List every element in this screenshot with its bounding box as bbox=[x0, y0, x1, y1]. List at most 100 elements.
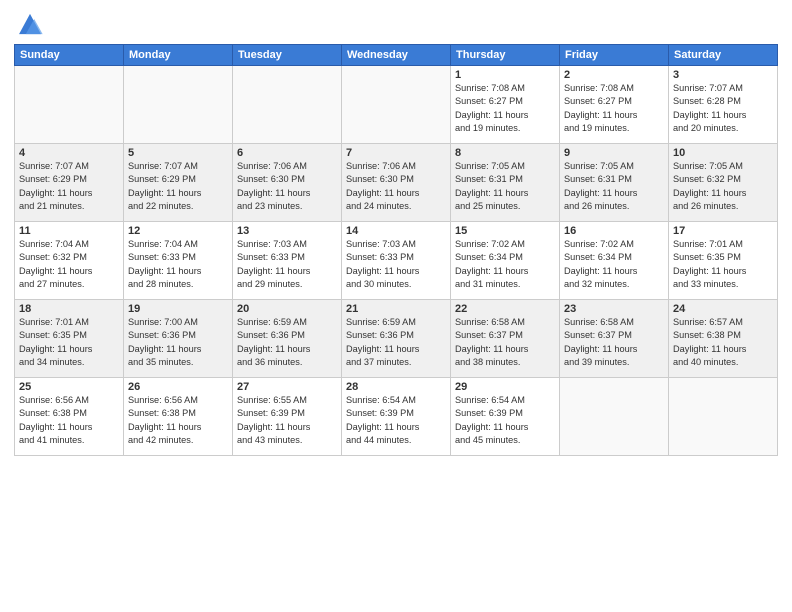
day-info: Sunrise: 7:07 AMSunset: 6:28 PMDaylight:… bbox=[673, 82, 773, 135]
calendar-day-cell: 1Sunrise: 7:08 AMSunset: 6:27 PMDaylight… bbox=[451, 66, 560, 144]
day-number: 24 bbox=[673, 303, 773, 315]
calendar-day-cell: 3Sunrise: 7:07 AMSunset: 6:28 PMDaylight… bbox=[669, 66, 778, 144]
day-number: 6 bbox=[237, 147, 337, 159]
day-info: Sunrise: 7:06 AMSunset: 6:30 PMDaylight:… bbox=[237, 160, 337, 213]
day-number: 27 bbox=[237, 381, 337, 393]
page: SundayMondayTuesdayWednesdayThursdayFrid… bbox=[0, 0, 792, 612]
calendar-empty-cell bbox=[669, 378, 778, 456]
day-number: 23 bbox=[564, 303, 664, 315]
calendar-header: SundayMondayTuesdayWednesdayThursdayFrid… bbox=[15, 45, 778, 66]
day-info: Sunrise: 7:06 AMSunset: 6:30 PMDaylight:… bbox=[346, 160, 446, 213]
calendar-day-cell: 19Sunrise: 7:00 AMSunset: 6:36 PMDayligh… bbox=[124, 300, 233, 378]
day-number: 12 bbox=[128, 225, 228, 237]
calendar-day-cell: 9Sunrise: 7:05 AMSunset: 6:31 PMDaylight… bbox=[560, 144, 669, 222]
day-info: Sunrise: 6:58 AMSunset: 6:37 PMDaylight:… bbox=[564, 316, 664, 369]
day-info: Sunrise: 6:54 AMSunset: 6:39 PMDaylight:… bbox=[346, 394, 446, 447]
calendar-day-cell: 6Sunrise: 7:06 AMSunset: 6:30 PMDaylight… bbox=[233, 144, 342, 222]
day-number: 22 bbox=[455, 303, 555, 315]
calendar-day-cell: 18Sunrise: 7:01 AMSunset: 6:35 PMDayligh… bbox=[15, 300, 124, 378]
calendar-day-cell: 16Sunrise: 7:02 AMSunset: 6:34 PMDayligh… bbox=[560, 222, 669, 300]
day-number: 28 bbox=[346, 381, 446, 393]
day-number: 29 bbox=[455, 381, 555, 393]
day-number: 21 bbox=[346, 303, 446, 315]
calendar-day-cell: 22Sunrise: 6:58 AMSunset: 6:37 PMDayligh… bbox=[451, 300, 560, 378]
day-number: 14 bbox=[346, 225, 446, 237]
day-info: Sunrise: 7:03 AMSunset: 6:33 PMDaylight:… bbox=[346, 238, 446, 291]
calendar-day-cell: 17Sunrise: 7:01 AMSunset: 6:35 PMDayligh… bbox=[669, 222, 778, 300]
calendar-day-cell: 20Sunrise: 6:59 AMSunset: 6:36 PMDayligh… bbox=[233, 300, 342, 378]
day-number: 4 bbox=[19, 147, 119, 159]
calendar-week-row: 25Sunrise: 6:56 AMSunset: 6:38 PMDayligh… bbox=[15, 378, 778, 456]
day-number: 25 bbox=[19, 381, 119, 393]
day-info: Sunrise: 7:07 AMSunset: 6:29 PMDaylight:… bbox=[128, 160, 228, 213]
day-number: 26 bbox=[128, 381, 228, 393]
calendar-day-cell: 14Sunrise: 7:03 AMSunset: 6:33 PMDayligh… bbox=[342, 222, 451, 300]
calendar-day-cell: 10Sunrise: 7:05 AMSunset: 6:32 PMDayligh… bbox=[669, 144, 778, 222]
calendar-day-cell: 13Sunrise: 7:03 AMSunset: 6:33 PMDayligh… bbox=[233, 222, 342, 300]
day-number: 11 bbox=[19, 225, 119, 237]
day-info: Sunrise: 7:02 AMSunset: 6:34 PMDaylight:… bbox=[564, 238, 664, 291]
day-number: 3 bbox=[673, 69, 773, 81]
day-number: 1 bbox=[455, 69, 555, 81]
calendar-empty-cell bbox=[15, 66, 124, 144]
calendar-empty-cell bbox=[560, 378, 669, 456]
day-number: 9 bbox=[564, 147, 664, 159]
weekday-header-saturday: Saturday bbox=[669, 45, 778, 66]
day-info: Sunrise: 7:01 AMSunset: 6:35 PMDaylight:… bbox=[673, 238, 773, 291]
day-number: 5 bbox=[128, 147, 228, 159]
calendar-day-cell: 2Sunrise: 7:08 AMSunset: 6:27 PMDaylight… bbox=[560, 66, 669, 144]
day-info: Sunrise: 6:55 AMSunset: 6:39 PMDaylight:… bbox=[237, 394, 337, 447]
day-info: Sunrise: 6:56 AMSunset: 6:38 PMDaylight:… bbox=[128, 394, 228, 447]
day-number: 20 bbox=[237, 303, 337, 315]
calendar-empty-cell bbox=[124, 66, 233, 144]
day-info: Sunrise: 7:05 AMSunset: 6:32 PMDaylight:… bbox=[673, 160, 773, 213]
day-number: 2 bbox=[564, 69, 664, 81]
calendar-empty-cell bbox=[342, 66, 451, 144]
day-info: Sunrise: 7:00 AMSunset: 6:36 PMDaylight:… bbox=[128, 316, 228, 369]
weekday-header-friday: Friday bbox=[560, 45, 669, 66]
calendar-day-cell: 25Sunrise: 6:56 AMSunset: 6:38 PMDayligh… bbox=[15, 378, 124, 456]
calendar-day-cell: 21Sunrise: 6:59 AMSunset: 6:36 PMDayligh… bbox=[342, 300, 451, 378]
calendar-day-cell: 4Sunrise: 7:07 AMSunset: 6:29 PMDaylight… bbox=[15, 144, 124, 222]
calendar-day-cell: 8Sunrise: 7:05 AMSunset: 6:31 PMDaylight… bbox=[451, 144, 560, 222]
header bbox=[14, 10, 778, 38]
calendar-day-cell: 24Sunrise: 6:57 AMSunset: 6:38 PMDayligh… bbox=[669, 300, 778, 378]
calendar-day-cell: 5Sunrise: 7:07 AMSunset: 6:29 PMDaylight… bbox=[124, 144, 233, 222]
day-info: Sunrise: 6:57 AMSunset: 6:38 PMDaylight:… bbox=[673, 316, 773, 369]
logo-icon bbox=[14, 10, 46, 38]
logo bbox=[14, 10, 50, 38]
calendar-body: 1Sunrise: 7:08 AMSunset: 6:27 PMDaylight… bbox=[15, 66, 778, 456]
day-info: Sunrise: 7:05 AMSunset: 6:31 PMDaylight:… bbox=[564, 160, 664, 213]
weekday-header-monday: Monday bbox=[124, 45, 233, 66]
weekday-header-wednesday: Wednesday bbox=[342, 45, 451, 66]
calendar-day-cell: 12Sunrise: 7:04 AMSunset: 6:33 PMDayligh… bbox=[124, 222, 233, 300]
day-info: Sunrise: 7:01 AMSunset: 6:35 PMDaylight:… bbox=[19, 316, 119, 369]
day-number: 13 bbox=[237, 225, 337, 237]
weekday-header-tuesday: Tuesday bbox=[233, 45, 342, 66]
day-number: 16 bbox=[564, 225, 664, 237]
calendar-week-row: 18Sunrise: 7:01 AMSunset: 6:35 PMDayligh… bbox=[15, 300, 778, 378]
day-info: Sunrise: 7:08 AMSunset: 6:27 PMDaylight:… bbox=[564, 82, 664, 135]
calendar-day-cell: 11Sunrise: 7:04 AMSunset: 6:32 PMDayligh… bbox=[15, 222, 124, 300]
day-info: Sunrise: 6:58 AMSunset: 6:37 PMDaylight:… bbox=[455, 316, 555, 369]
day-info: Sunrise: 6:54 AMSunset: 6:39 PMDaylight:… bbox=[455, 394, 555, 447]
calendar-week-row: 4 Sunrise: 7:07 AMSunset: 6:29 PMDaylight… bbox=[15, 144, 778, 222]
day-info: Sunrise: 6:56 AMSunset: 6:38 PMDaylight:… bbox=[19, 394, 119, 447]
day-info: Sunrise: 7:05 AMSunset: 6:31 PMDaylight:… bbox=[455, 160, 555, 213]
day-number: 18 bbox=[19, 303, 119, 315]
day-info: Sunrise: 7:03 AMSunset: 6:33 PMDaylight:… bbox=[237, 238, 337, 291]
day-info: Sunrise: 6:59 AMSunset: 6:36 PMDaylight:… bbox=[346, 316, 446, 369]
calendar-day-cell: 28Sunrise: 6:54 AMSunset: 6:39 PMDayligh… bbox=[342, 378, 451, 456]
day-number: 15 bbox=[455, 225, 555, 237]
weekday-header-row: SundayMondayTuesdayWednesdayThursdayFrid… bbox=[15, 45, 778, 66]
calendar-week-row: 11Sunrise: 7:04 AMSunset: 6:32 PMDayligh… bbox=[15, 222, 778, 300]
day-info: Sunrise: 7:08 AMSunset: 6:27 PMDaylight:… bbox=[455, 82, 555, 135]
day-number: 7 bbox=[346, 147, 446, 159]
day-number: 17 bbox=[673, 225, 773, 237]
calendar-day-cell: 29Sunrise: 6:54 AMSunset: 6:39 PMDayligh… bbox=[451, 378, 560, 456]
calendar-week-row: 1Sunrise: 7:08 AMSunset: 6:27 PMDaylight… bbox=[15, 66, 778, 144]
calendar-day-cell: 15Sunrise: 7:02 AMSunset: 6:34 PMDayligh… bbox=[451, 222, 560, 300]
day-info: Sunrise: 7:04 AMSunset: 6:33 PMDaylight:… bbox=[128, 238, 228, 291]
calendar-table: SundayMondayTuesdayWednesdayThursdayFrid… bbox=[14, 44, 778, 456]
calendar-day-cell: 26Sunrise: 6:56 AMSunset: 6:38 PMDayligh… bbox=[124, 378, 233, 456]
